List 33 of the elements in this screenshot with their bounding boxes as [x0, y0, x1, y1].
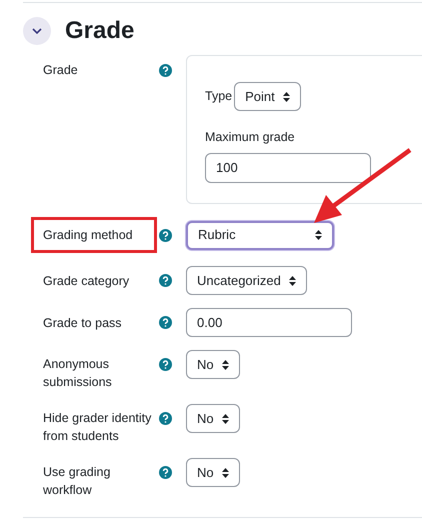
sort-caret-icon: [222, 468, 229, 478]
field-label: Grade: [43, 62, 79, 79]
field-label: Grade to pass: [43, 314, 123, 332]
help-icon[interactable]: [159, 228, 172, 242]
help-icon[interactable]: [159, 316, 172, 329]
help-icon[interactable]: [159, 358, 172, 371]
field-label: Anonymous submissions: [43, 356, 113, 391]
sort-caret-icon: [222, 360, 229, 370]
field-label: Use grading workflow: [43, 464, 112, 499]
select-dropdown[interactable]: Point: [234, 82, 301, 111]
select-dropdown[interactable]: No: [186, 350, 240, 379]
maximum-grade-field[interactable]: 100: [205, 152, 371, 183]
help-icon[interactable]: [159, 64, 172, 77]
help-icon[interactable]: [159, 412, 172, 425]
select-dropdown[interactable]: No: [186, 404, 240, 433]
field-label: Grading method: [31, 217, 157, 253]
text-field[interactable]: 0.00: [186, 308, 352, 337]
sort-caret-icon: [282, 92, 290, 102]
maximum-grade-label: Maximum grade: [205, 129, 296, 146]
help-icon[interactable]: [159, 274, 172, 287]
field-label: Grade category: [43, 272, 130, 290]
sort-caret-icon: [315, 230, 322, 240]
collapse-button[interactable]: [23, 17, 51, 45]
select-dropdown[interactable]: Rubric: [186, 220, 334, 250]
chevron-icon: [32, 28, 42, 34]
field-label: Hide grader identity from students: [43, 410, 152, 445]
select-dropdown[interactable]: Uncategorized: [186, 266, 307, 295]
section-title: Grade: [65, 16, 134, 46]
sort-caret-icon: [288, 276, 296, 286]
sort-caret-icon: [222, 414, 229, 424]
help-icon[interactable]: [159, 466, 172, 479]
select-dropdown[interactable]: No: [186, 458, 240, 487]
type-label: Type: [205, 88, 232, 106]
